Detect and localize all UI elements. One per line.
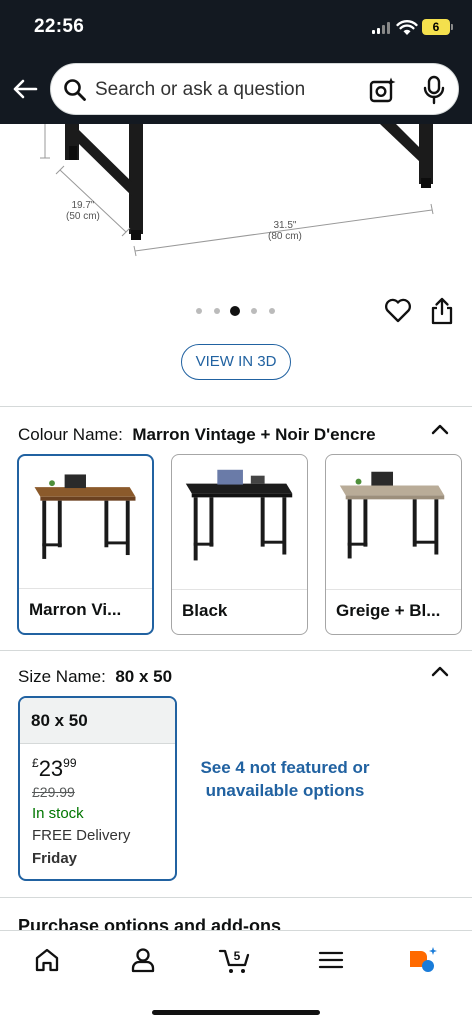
colour-option-label: Black bbox=[172, 589, 307, 634]
search-icon bbox=[64, 79, 86, 101]
colour-name-heading: Colour Name: Marron Vintage + Noir D'enc… bbox=[18, 425, 376, 444]
menu-icon[interactable] bbox=[316, 945, 346, 975]
carousel-dot[interactable] bbox=[251, 308, 257, 314]
bottom-navigation: 5 bbox=[0, 930, 472, 1024]
desk-thumbnail-image bbox=[185, 469, 293, 561]
microphone-icon[interactable] bbox=[421, 75, 447, 105]
see-unavailable-options-link[interactable]: See 4 not featured or unavailable option… bbox=[196, 756, 374, 802]
battery-icon: 6 bbox=[422, 19, 453, 35]
section-divider bbox=[0, 406, 472, 407]
carousel-dot[interactable] bbox=[196, 308, 202, 314]
heart-icon[interactable] bbox=[384, 297, 412, 323]
size-option-80x50[interactable]: 80 x 50 £2399 £29.99 In stock FREE Deliv… bbox=[18, 696, 177, 881]
colour-option-label: Marron Vi... bbox=[19, 588, 152, 633]
dimension-width: 31.5" (80 cm) bbox=[268, 220, 302, 242]
cart-icon[interactable]: 5 bbox=[218, 945, 252, 975]
product-image[interactable]: 19.7" (50 cm) 31.5" (80 cm) bbox=[0, 124, 472, 294]
search-input[interactable]: Search or ask a question bbox=[95, 79, 305, 101]
colour-option-greige[interactable]: Greige + Bl... bbox=[325, 454, 462, 635]
chevron-up-icon[interactable] bbox=[430, 422, 450, 436]
colour-option-black[interactable]: Black bbox=[171, 454, 308, 635]
size-option-title: 80 x 50 bbox=[20, 698, 175, 744]
image-carousel-dots[interactable] bbox=[196, 305, 286, 317]
cellular-signal-icon bbox=[372, 22, 392, 34]
view-in-3d-button[interactable]: VIEW IN 3D bbox=[181, 344, 291, 380]
colour-option-label: Greige + Bl... bbox=[326, 589, 461, 634]
section-divider bbox=[0, 897, 472, 898]
status-time: 22:56 bbox=[34, 16, 85, 37]
wifi-icon bbox=[396, 20, 418, 35]
delivery-day: Friday bbox=[32, 850, 78, 867]
rufus-assistant-icon[interactable] bbox=[406, 945, 440, 975]
carousel-dot-active[interactable] bbox=[230, 306, 240, 316]
dimension-depth: 19.7" (50 cm) bbox=[66, 200, 100, 222]
chevron-up-icon[interactable] bbox=[430, 664, 450, 678]
home-indicator[interactable] bbox=[152, 1010, 320, 1015]
top-bar: 22:56 6 Search or ask a question bbox=[0, 0, 472, 124]
desk-thumbnail-image bbox=[34, 474, 136, 559]
home-icon[interactable] bbox=[32, 945, 62, 975]
search-bar[interactable]: Search or ask a question bbox=[50, 63, 459, 115]
carousel-dot[interactable] bbox=[214, 308, 220, 314]
desk-thumbnail-image bbox=[339, 471, 445, 559]
price: £2399 bbox=[32, 756, 77, 781]
delivery-text: FREE Delivery bbox=[32, 827, 131, 844]
colour-option-marron[interactable]: Marron Vi... bbox=[17, 454, 154, 635]
cart-count: 5 bbox=[234, 949, 241, 963]
share-icon[interactable] bbox=[430, 297, 454, 325]
camera-lens-icon[interactable] bbox=[369, 76, 397, 104]
account-icon[interactable] bbox=[128, 945, 158, 975]
stock-status: In stock bbox=[32, 805, 84, 822]
was-price: £29.99 bbox=[32, 784, 75, 800]
carousel-dot[interactable] bbox=[269, 308, 275, 314]
section-divider bbox=[0, 650, 472, 651]
status-bar: 22:56 6 bbox=[0, 0, 472, 56]
size-name-heading: Size Name: 80 x 50 bbox=[18, 667, 173, 686]
back-arrow-icon[interactable] bbox=[10, 74, 40, 104]
